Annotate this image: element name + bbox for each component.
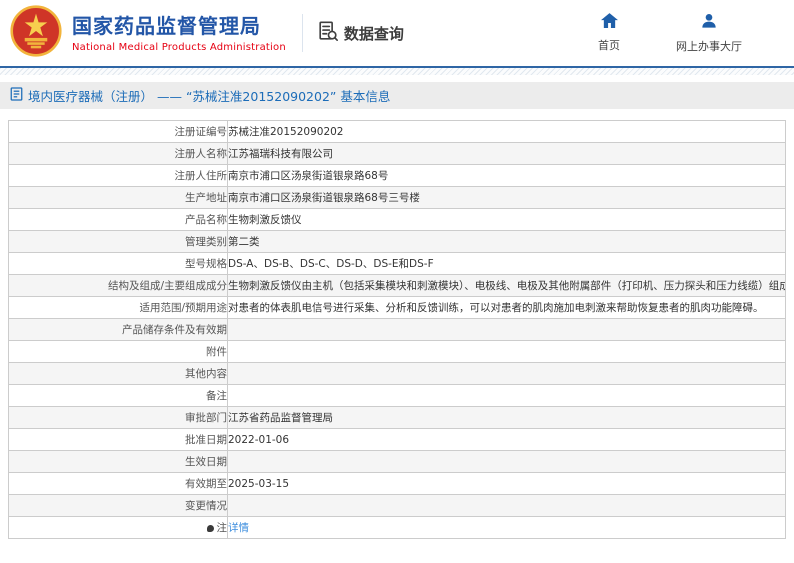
org-name-block: 国家药品监督管理局 National Medical Products Admi…	[72, 14, 286, 53]
table-row: 生产地址 南京市浦口区汤泉街道银泉路68号三号楼	[8, 186, 786, 209]
row-label: 审批部门	[8, 406, 228, 429]
table-row: 审批部门 江苏省药品监督管理局	[8, 406, 786, 429]
table-row: 注册人名称 江苏福瑞科技有限公司	[8, 142, 786, 165]
table-row: 管理类别 第二类	[8, 230, 786, 253]
row-value	[227, 340, 786, 363]
table-row: 注册证编号 苏械注准20152090202	[8, 120, 786, 143]
site-header: 国家药品监督管理局 National Medical Products Admi…	[0, 0, 794, 66]
table-row: 备注	[8, 384, 786, 407]
table-row: 型号规格 DS-A、DS-B、DS-C、DS-D、DS-E和DS-F	[8, 252, 786, 275]
row-value: 2025-03-15	[227, 472, 786, 495]
page-title: 境内医疗器械（注册） —— “苏械注准20152090202” 基本信息	[28, 89, 391, 104]
row-value	[227, 362, 786, 385]
document-icon	[10, 86, 28, 105]
row-value: 详情	[227, 516, 786, 539]
row-value	[227, 494, 786, 517]
row-label: 结构及组成/主要组成成分	[8, 274, 228, 297]
user-icon	[701, 13, 717, 38]
table-row: 批准日期 2022-01-06	[8, 428, 786, 451]
row-label: 产品储存条件及有效期	[8, 318, 228, 341]
row-label: 注	[8, 516, 228, 539]
row-value: DS-A、DS-B、DS-C、DS-D、DS-E和DS-F	[227, 252, 786, 275]
row-value: 江苏福瑞科技有限公司	[227, 142, 786, 165]
row-value: 江苏省药品监督管理局	[227, 406, 786, 429]
row-label: 附件	[8, 340, 228, 363]
row-label: 其他内容	[8, 362, 228, 385]
page-title-bar: 境内医疗器械（注册） —— “苏械注准20152090202” 基本信息	[0, 82, 794, 109]
row-label: 批准日期	[8, 428, 228, 451]
table-row: 生效日期	[8, 450, 786, 473]
table-row: 产品名称 生物刺激反馈仪	[8, 208, 786, 231]
nav-service-hall-label: 网上办事大厅	[676, 39, 742, 53]
data-query-label: 数据查询	[343, 24, 404, 43]
nav-item-service-hall[interactable]: 网上办事大厅	[676, 13, 742, 54]
top-nav: 首页 网上办事大厅	[598, 12, 742, 54]
header-hatch-band	[0, 68, 794, 75]
row-label: 产品名称	[8, 208, 228, 231]
row-label: 注册人住所	[8, 164, 228, 187]
row-value: 生物刺激反馈仪	[227, 208, 786, 231]
row-label: 型号规格	[8, 252, 228, 275]
row-label: 注册人名称	[8, 142, 228, 165]
table-row: 其他内容	[8, 362, 786, 385]
row-value	[227, 384, 786, 407]
row-value: 生物刺激反馈仪由主机（包括采集模块和刺激模块）、电极线、电极及其他附属部件（打印…	[227, 274, 786, 297]
table-row: 变更情况	[8, 494, 786, 517]
table-row: 产品储存条件及有效期	[8, 318, 786, 341]
table-row: 注 详情	[8, 516, 786, 539]
info-table-body: 注册证编号 苏械注准20152090202 注册人名称 江苏福瑞科技有限公司 注…	[8, 120, 786, 539]
note-icon	[206, 524, 214, 532]
row-value	[227, 318, 786, 341]
row-value: 南京市浦口区汤泉街道银泉路68号三号楼	[227, 186, 786, 209]
home-icon	[600, 12, 618, 37]
row-label: 管理类别	[8, 230, 228, 253]
row-label: 备注	[8, 384, 228, 407]
org-name-en: National Medical Products Administration	[72, 41, 286, 53]
data-query-section[interactable]: 数据查询	[317, 20, 404, 46]
table-row: 有效期至 2025-03-15	[8, 472, 786, 495]
table-row: 结构及组成/主要组成成分 生物刺激反馈仪由主机（包括采集模块和刺激模块）、电极线…	[8, 274, 786, 297]
table-row: 附件	[8, 340, 786, 363]
detail-link[interactable]: 详情	[229, 522, 250, 534]
row-value	[227, 450, 786, 473]
row-value: 苏械注准20152090202	[227, 120, 786, 143]
row-label: 有效期至	[8, 472, 228, 495]
row-value: 第二类	[227, 230, 786, 253]
row-label: 变更情况	[8, 494, 228, 517]
registration-info-table: 注册证编号 苏械注准20152090202 注册人名称 江苏福瑞科技有限公司 注…	[8, 120, 786, 539]
national-emblem-logo	[10, 5, 62, 61]
registration-info-table-wrap: 注册证编号 苏械注准20152090202 注册人名称 江苏福瑞科技有限公司 注…	[8, 120, 786, 539]
row-label: 生产地址	[8, 186, 228, 209]
row-value: 2022-01-06	[227, 428, 786, 451]
nav-item-home[interactable]: 首页	[598, 12, 620, 54]
nav-home-label: 首页	[598, 38, 620, 52]
row-label: 注册证编号	[8, 120, 228, 143]
org-name-cn: 国家药品监督管理局	[72, 13, 261, 38]
header-divider	[301, 14, 303, 52]
row-value: 对患者的体表肌电信号进行采集、分析和反馈训练，可以对患者的肌肉施加电刺激来帮助恢…	[227, 296, 786, 319]
row-label: 适用范围/预期用途	[8, 296, 228, 319]
row-label: 生效日期	[8, 450, 228, 473]
table-row: 适用范围/预期用途 对患者的体表肌电信号进行采集、分析和反馈训练，可以对患者的肌…	[8, 296, 786, 319]
row-value: 南京市浦口区汤泉街道银泉路68号	[227, 164, 786, 187]
data-query-icon	[317, 20, 344, 46]
table-row: 注册人住所 南京市浦口区汤泉街道银泉路68号	[8, 164, 786, 187]
